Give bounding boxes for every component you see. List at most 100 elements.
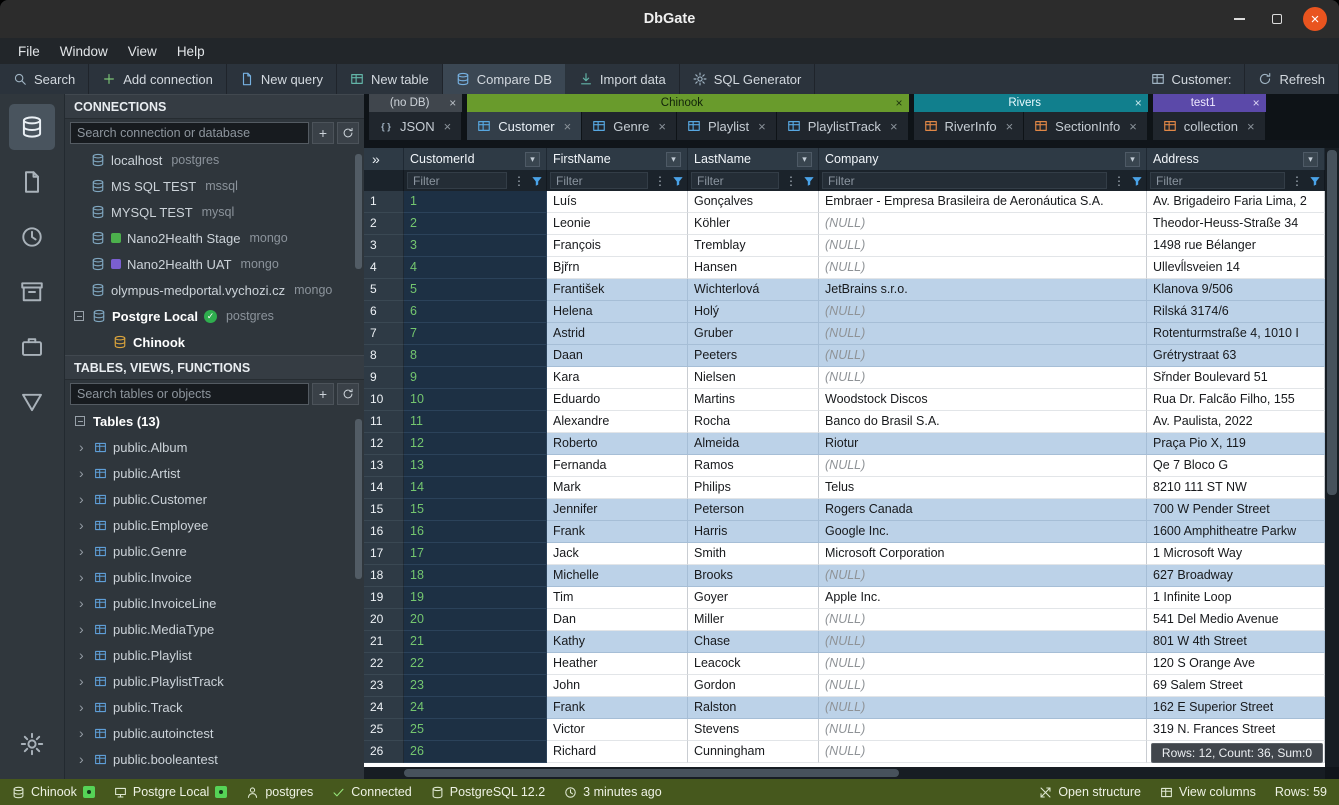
chevron-right-icon[interactable]: › — [79, 647, 88, 663]
row-number[interactable]: 17 — [364, 543, 404, 565]
cell[interactable]: Klanova 9/506 — [1147, 279, 1325, 301]
status-connected[interactable]: Connected — [332, 785, 411, 799]
row-number[interactable]: 26 — [364, 741, 404, 763]
toolbar-button-new-table[interactable]: New table — [337, 64, 443, 94]
cell[interactable]: 12 — [404, 433, 547, 455]
cell[interactable]: Fernanda — [547, 455, 688, 477]
toolbar-button-sql-generator[interactable]: SQL Generator — [680, 64, 816, 94]
status-view-columns[interactable]: View columns — [1160, 785, 1256, 799]
row-number[interactable]: 9 — [364, 367, 404, 389]
cell[interactable]: Jennifer — [547, 499, 688, 521]
cell[interactable]: (NULL) — [819, 345, 1147, 367]
row-number[interactable]: 25 — [364, 719, 404, 741]
cell[interactable]: Embraer - Empresa Brasileira de Aeronáut… — [819, 191, 1147, 213]
cell[interactable]: Peterson — [688, 499, 819, 521]
column-dropdown-icon[interactable]: ▾ — [666, 152, 681, 167]
cell[interactable]: Alexandre — [547, 411, 688, 433]
cell[interactable]: John — [547, 675, 688, 697]
cell[interactable]: Victor — [547, 719, 688, 741]
cell[interactable]: Frank — [547, 697, 688, 719]
add-object-button[interactable]: + — [312, 383, 334, 405]
cell[interactable]: Rocha — [688, 411, 819, 433]
cell[interactable]: Philips — [688, 477, 819, 499]
chevron-right-icon[interactable]: › — [79, 699, 88, 715]
chevron-right-icon[interactable]: › — [79, 517, 88, 533]
cell[interactable]: Rotenturmstraße 4, 1010 I — [1147, 323, 1325, 345]
cell[interactable]: 1 — [404, 191, 547, 213]
cell[interactable]: Sřnder Boulevard 51 — [1147, 367, 1325, 389]
row-number[interactable]: 2 — [364, 213, 404, 235]
cell[interactable]: 1 Microsoft Way — [1147, 543, 1325, 565]
filter-menu-icon[interactable]: ⋮ — [1111, 174, 1127, 188]
column-dropdown-icon[interactable]: ▾ — [525, 152, 540, 167]
tab-group-header[interactable]: Chinook× — [467, 94, 908, 112]
cell[interactable]: (NULL) — [819, 675, 1147, 697]
cell[interactable]: 801 W 4th Street — [1147, 631, 1325, 653]
table-item-public-invoice[interactable]: ›public.Invoice — [65, 564, 364, 590]
row-number[interactable]: 16 — [364, 521, 404, 543]
row-number[interactable]: 12 — [364, 433, 404, 455]
status-chinook[interactable]: Chinook — [12, 785, 95, 799]
row-number[interactable]: 6 — [364, 301, 404, 323]
cell[interactable]: 19 — [404, 587, 547, 609]
cell[interactable]: 627 Broadway — [1147, 565, 1325, 587]
table-item-public-invoiceline[interactable]: ›public.InvoiceLine — [65, 590, 364, 616]
filter-menu-icon[interactable]: ⋮ — [652, 174, 668, 188]
column-dropdown-icon[interactable]: ▾ — [797, 152, 812, 167]
column-dropdown-icon[interactable]: ▾ — [1303, 152, 1318, 167]
cell[interactable]: 5 — [404, 279, 547, 301]
table-item-public-album[interactable]: ›public.Album — [65, 434, 364, 460]
cell[interactable]: Theodor-Heuss-Straße 34 — [1147, 213, 1325, 235]
cell[interactable]: Köhler — [688, 213, 819, 235]
cell[interactable]: 14 — [404, 477, 547, 499]
horizontal-scrollbar[interactable] — [364, 767, 1325, 779]
table-item-public-artist[interactable]: ›public.Artist — [65, 460, 364, 486]
row-number[interactable]: 14 — [364, 477, 404, 499]
cell[interactable]: Apple Inc. — [819, 587, 1147, 609]
row-number[interactable]: 11 — [364, 411, 404, 433]
table-item-public-playlisttrack[interactable]: ›public.PlaylistTrack — [65, 668, 364, 694]
cell[interactable]: Frank — [547, 521, 688, 543]
chevron-right-icon[interactable]: › — [79, 673, 88, 689]
filter-cell-customerid[interactable]: Filter⋮ — [404, 170, 547, 191]
filter-cell-company[interactable]: Filter⋮ — [819, 170, 1147, 191]
cell[interactable]: Harris — [688, 521, 819, 543]
cell[interactable]: Roberto — [547, 433, 688, 455]
cell[interactable]: Tremblay — [688, 235, 819, 257]
connection-item-nano2health-uat[interactable]: Nano2Health UATmongo — [65, 251, 364, 277]
row-number[interactable]: 15 — [364, 499, 404, 521]
connection-item-localhost[interactable]: localhostpostgres — [65, 147, 364, 173]
cell[interactable]: 319 N. Frances Street — [1147, 719, 1325, 741]
cell[interactable]: Luís — [547, 191, 688, 213]
close-icon[interactable]: × — [896, 96, 903, 110]
cell[interactable]: (NULL) — [819, 301, 1147, 323]
cell[interactable]: 6 — [404, 301, 547, 323]
cell[interactable]: 9 — [404, 367, 547, 389]
cell[interactable]: 8 — [404, 345, 547, 367]
filter-menu-icon[interactable]: ⋮ — [511, 174, 527, 188]
expand-columns-button[interactable]: » — [364, 148, 404, 170]
cell[interactable]: Gordon — [688, 675, 819, 697]
row-number[interactable]: 24 — [364, 697, 404, 719]
cell[interactable]: 700 W Pender Street — [1147, 499, 1325, 521]
cell[interactable]: Ullevĺlsveien 14 — [1147, 257, 1325, 279]
cell[interactable]: Gruber — [688, 323, 819, 345]
cell[interactable]: Microsoft Corporation — [819, 543, 1147, 565]
cell[interactable]: Dan — [547, 609, 688, 631]
tab-json[interactable]: { }JSON× — [369, 112, 462, 140]
cell[interactable]: 69 Salem Street — [1147, 675, 1325, 697]
close-icon[interactable]: × — [1253, 96, 1260, 110]
cell[interactable]: Hansen — [688, 257, 819, 279]
cell[interactable]: 11 — [404, 411, 547, 433]
chevron-right-icon[interactable]: › — [79, 543, 88, 559]
cell[interactable]: Nielsen — [688, 367, 819, 389]
cell[interactable]: Brooks — [688, 565, 819, 587]
minimize-button[interactable] — [1227, 7, 1251, 31]
row-number[interactable]: 10 — [364, 389, 404, 411]
cell[interactable]: Richard — [547, 741, 688, 763]
activitybar-cell-data[interactable] — [9, 379, 55, 425]
activitybar-history[interactable] — [9, 214, 55, 260]
table-item-public-autoinctest[interactable]: ›public.autoinctest — [65, 720, 364, 746]
cell[interactable]: (NULL) — [819, 323, 1147, 345]
row-number[interactable]: 3 — [364, 235, 404, 257]
